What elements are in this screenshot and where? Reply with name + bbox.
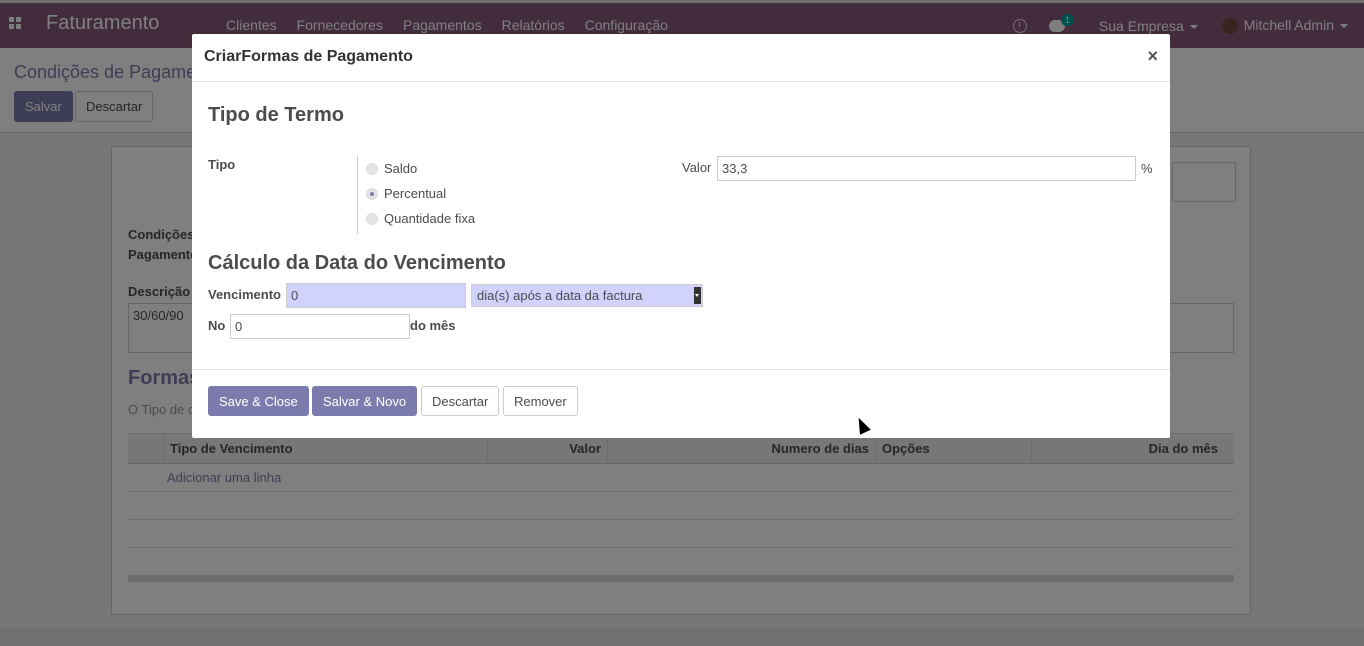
section-due-title: Cálculo da Data do Vencimento	[208, 252, 506, 274]
radio-percentual[interactable]: Percentual	[366, 181, 475, 206]
no-input[interactable]	[230, 314, 410, 339]
vencimento-input[interactable]	[286, 283, 466, 308]
valor-label: Valor	[682, 160, 712, 175]
close-icon[interactable]: ×	[1147, 46, 1158, 67]
save-new-button[interactable]: Salvar & Novo	[312, 386, 418, 416]
valor-input[interactable]	[717, 156, 1136, 181]
do-mes-label: do mês	[410, 318, 456, 333]
percent-unit: %	[1141, 161, 1153, 176]
vencimento-label: Vencimento	[208, 287, 281, 302]
select-arrow-icon	[694, 287, 701, 304]
select-value: dia(s) após a data da factura	[477, 288, 643, 303]
radio-label: Percentual	[384, 186, 447, 201]
radio-dot	[366, 162, 378, 175]
section-term-title: Tipo de Termo	[208, 104, 344, 126]
discard-button[interactable]: Descartar	[421, 386, 500, 416]
radio-label: Quantidade fixa	[384, 211, 476, 226]
radio-saldo[interactable]: Saldo	[366, 156, 475, 181]
create-payment-modal: CriarFormas de Pagamento × Tipo de Termo…	[192, 34, 1170, 438]
tipo-label: Tipo	[208, 157, 236, 172]
save-close-button[interactable]: Save & Close	[208, 386, 309, 416]
modal-footer: Save & Close Salvar & Novo Descartar Rem…	[192, 369, 1170, 438]
vencimento-option-select[interactable]: dia(s) após a data da factura	[471, 284, 703, 307]
radio-dot	[366, 212, 378, 225]
no-label: No	[208, 318, 226, 333]
radio-label: Saldo	[384, 161, 418, 176]
modal-title: CriarFormas de Pagamento	[204, 48, 413, 65]
modal-header: CriarFormas de Pagamento	[192, 34, 1170, 82]
radio-quantidade-fixa[interactable]: Quantidade fixa	[366, 206, 475, 231]
tipo-radio-group: Saldo Percentual Quantidade fixa	[357, 156, 475, 234]
radio-dot-selected	[366, 187, 378, 200]
remove-button[interactable]: Remover	[503, 386, 578, 416]
